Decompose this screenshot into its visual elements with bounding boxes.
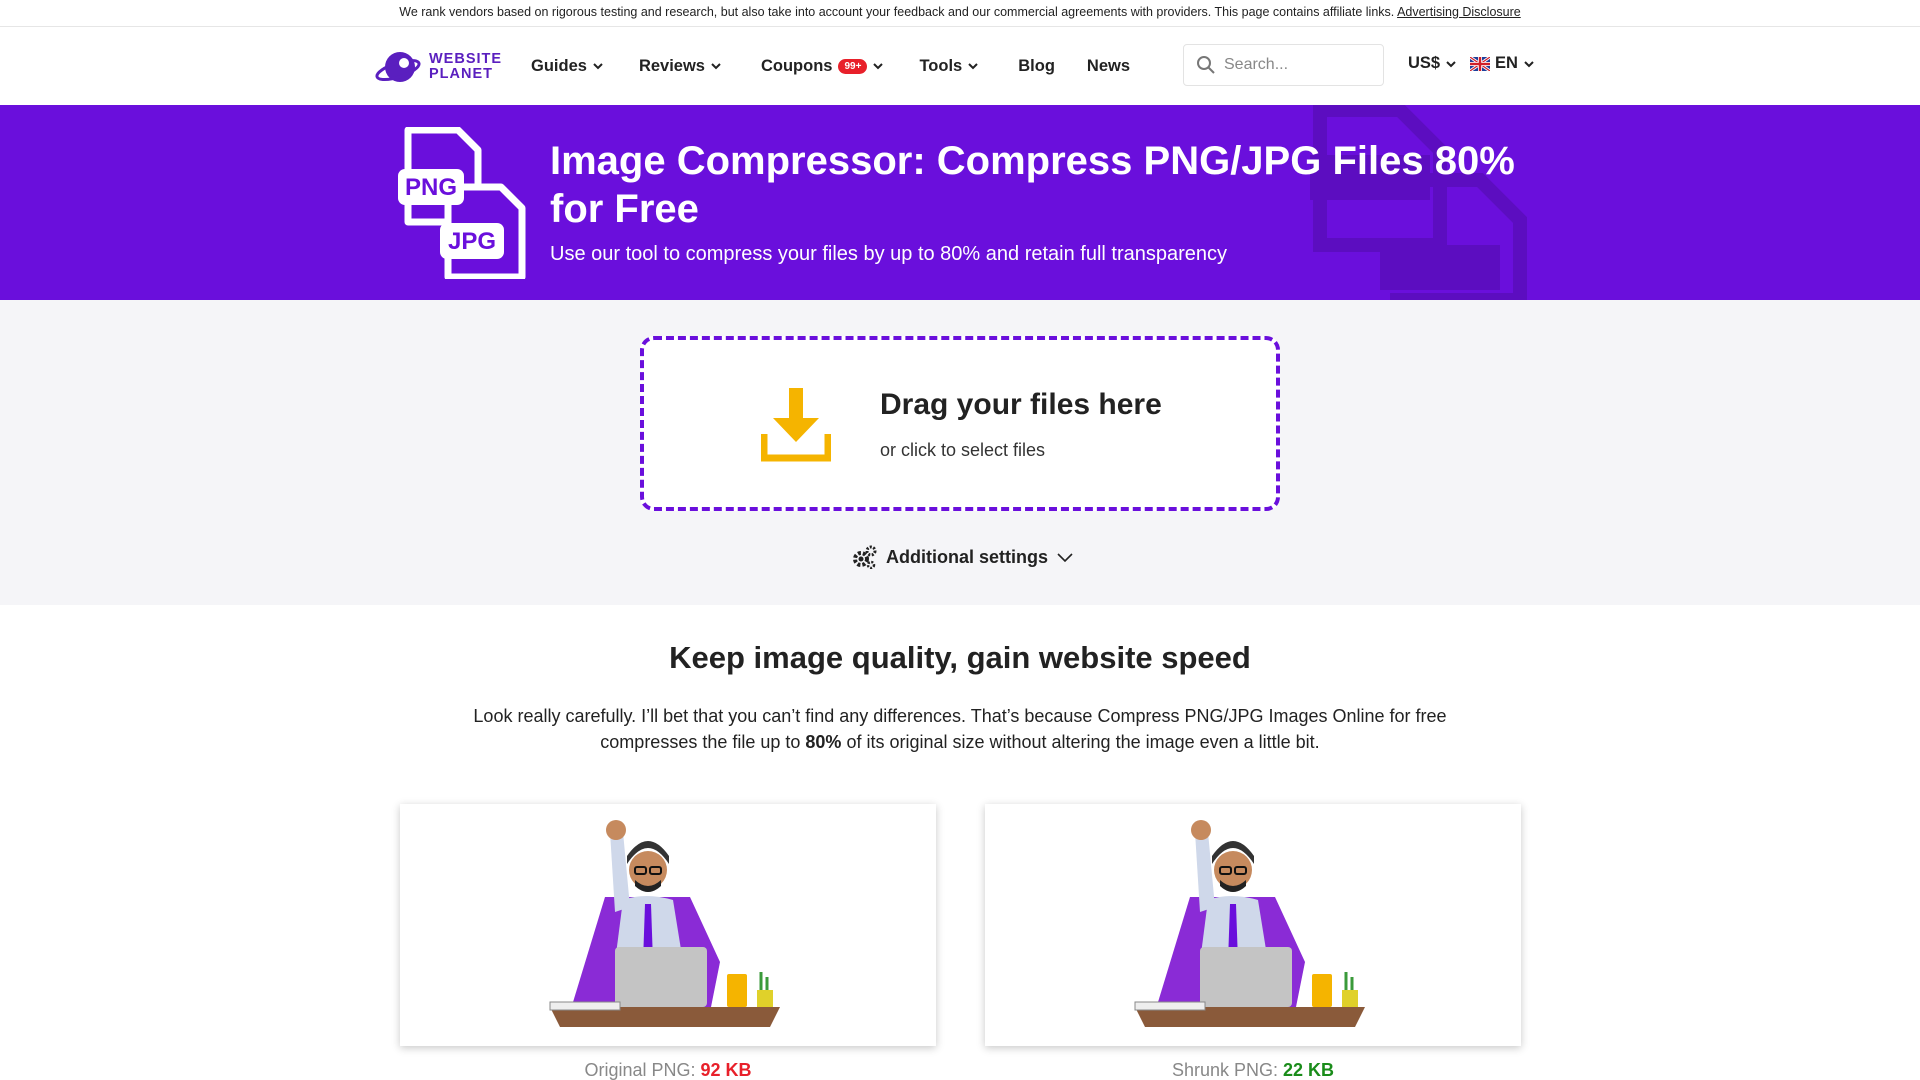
original-size-value: 92 KB bbox=[700, 1060, 752, 1080]
section-title: Keep image quality, gain website speed bbox=[669, 640, 1251, 675]
dropzone-subtitle: or click to select files bbox=[880, 440, 1046, 460]
superhero-office-image bbox=[549, 820, 780, 1027]
gears-icon bbox=[853, 545, 877, 569]
disclosure-bar: We rank vendors based on rigorous testin… bbox=[0, 0, 1920, 27]
logo-text: WEBSITE PLANET bbox=[429, 51, 503, 82]
chevron-down-icon bbox=[1057, 553, 1073, 562]
nav-reviews[interactable]: Reviews bbox=[639, 57, 721, 76]
compressed-size-value: 22 KB bbox=[1283, 1060, 1335, 1080]
main-nav: Guides Reviews Coupons 99+ Tools Blog Ne… bbox=[531, 27, 1130, 105]
language-selector[interactable]: EN bbox=[1470, 54, 1534, 73]
superhero-office-image bbox=[1134, 820, 1365, 1027]
nav-guides[interactable]: Guides bbox=[531, 57, 603, 76]
original-image-card bbox=[400, 804, 936, 1046]
nav-news[interactable]: News bbox=[1087, 57, 1130, 76]
original-size-caption: Original PNG: 92 KB bbox=[584, 1060, 752, 1080]
additional-settings-toggle[interactable]: Additional settings bbox=[851, 545, 1073, 569]
chevron-down-icon bbox=[968, 63, 978, 70]
compressed-image-card bbox=[985, 804, 1521, 1046]
planet-logo-icon bbox=[375, 52, 421, 82]
percent-highlight: 80% bbox=[805, 732, 842, 752]
png-label: PNG bbox=[405, 174, 457, 201]
nav-blog[interactable]: Blog bbox=[1018, 57, 1055, 76]
chevron-down-icon bbox=[873, 63, 884, 70]
chevron-down-icon bbox=[593, 63, 603, 70]
png-jpg-files-icon: PNG JPG bbox=[398, 127, 526, 279]
section-description: Look really carefully. I’ll bet that you… bbox=[473, 706, 1447, 752]
nav-tools[interactable]: Tools bbox=[919, 57, 978, 76]
jpg-label: JPG bbox=[448, 228, 496, 255]
chevron-down-icon bbox=[711, 63, 721, 70]
additional-settings-label: Additional settings bbox=[886, 546, 1048, 567]
disclosure-text: We rank vendors based on rigorous testin… bbox=[399, 5, 1395, 19]
coupons-count-badge: 99+ bbox=[838, 58, 868, 74]
chevron-down-icon bbox=[1446, 60, 1456, 67]
download-icon bbox=[761, 388, 831, 462]
uk-flag-icon bbox=[1470, 56, 1490, 71]
nav-coupons[interactable]: Coupons 99+ bbox=[761, 57, 884, 76]
compressed-size-caption: Shrunk PNG: 22 KB bbox=[1171, 1060, 1335, 1080]
dropzone-title: Drag your files here bbox=[880, 388, 1162, 421]
advertising-disclosure-link[interactable]: Advertising Disclosure bbox=[1397, 5, 1521, 19]
upload-section: Drag your files here or click to select … bbox=[0, 300, 1920, 605]
currency-selector[interactable]: US$ bbox=[1408, 54, 1456, 73]
page-title: Image Compressor: Compress PNG/JPG Files… bbox=[550, 139, 1515, 231]
file-dropzone[interactable]: Drag your files here or click to select … bbox=[640, 336, 1280, 511]
page-subtitle: Use our tool to compress your files by u… bbox=[550, 243, 1228, 265]
search-icon bbox=[1197, 56, 1215, 74]
chevron-down-icon bbox=[1524, 60, 1534, 67]
search-box bbox=[1183, 44, 1384, 86]
hero-banner: PNG JPG Image Compressor: Compress PNG/J… bbox=[0, 105, 1920, 300]
site-header: WEBSITE PLANET Guides Reviews Coupons 99… bbox=[0, 27, 1920, 105]
logo[interactable]: WEBSITE PLANET bbox=[375, 47, 505, 87]
search-input[interactable] bbox=[1224, 56, 1374, 74]
